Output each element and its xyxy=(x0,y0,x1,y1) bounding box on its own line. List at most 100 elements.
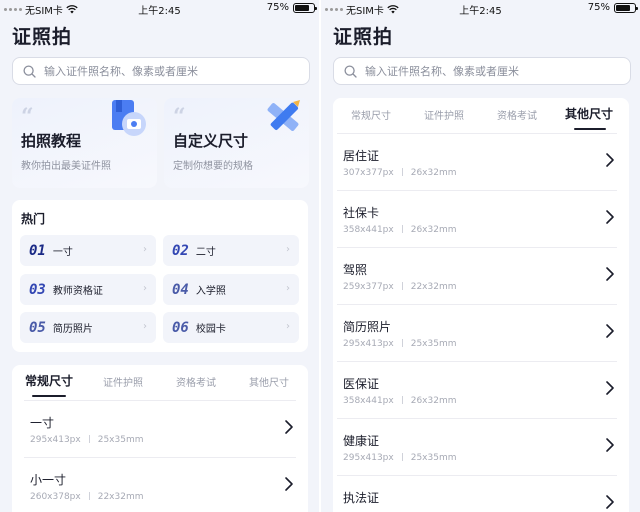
size-pixels: 295x413px xyxy=(30,435,81,445)
size-name: 简历照片 xyxy=(343,320,392,334)
chevron-right-icon xyxy=(606,267,614,281)
tab-active-indicator xyxy=(574,128,606,130)
size-name: 一寸 xyxy=(30,416,55,430)
tab-regular-size[interactable]: 常规尺寸 xyxy=(351,107,391,122)
hot-item-label: 教师资格证 xyxy=(52,286,103,297)
feature-card-tutorial[interactable]: “ 拍照教程 教你拍出最美证件照 xyxy=(12,98,157,188)
hot-item-number: 04 xyxy=(172,281,189,298)
list-item[interactable]: 社保卡 358x441px 26x32mm xyxy=(337,190,617,247)
hot-item[interactable]: 05 简历照片 › xyxy=(20,312,156,343)
list-item[interactable]: 一寸 295x413px 25x35mm xyxy=(24,400,296,457)
list-item[interactable]: 医保证 358x441px 26x32mm xyxy=(337,361,617,418)
battery-icon xyxy=(293,2,317,13)
size-millimeters: 25x35mm xyxy=(410,453,457,463)
battery-percent: 75% xyxy=(266,2,289,13)
chevron-right-icon: › xyxy=(143,244,147,255)
size-name: 社保卡 xyxy=(343,206,380,220)
hot-item[interactable]: 03 教师资格证 › xyxy=(20,274,156,305)
hot-item-number: 03 xyxy=(29,281,46,298)
list-item[interactable]: 驾照 259x377px 22x32mm xyxy=(337,247,617,304)
book-camera-icon xyxy=(112,100,146,136)
feature-title: 自定义尺寸 xyxy=(173,132,249,150)
chevron-right-icon: › xyxy=(286,244,290,255)
size-dimensions: 260x378px 22x32mm xyxy=(30,492,144,502)
size-pixels: 295x413px xyxy=(343,339,394,349)
tab-id-passport[interactable]: 证件护照 xyxy=(103,374,143,389)
search-placeholder: 输入证件照名称、像素或者厘米 xyxy=(44,65,198,78)
chevron-right-icon xyxy=(606,153,614,167)
size-pixels: 358x441px xyxy=(343,396,394,406)
size-millimeters: 26x32mm xyxy=(410,168,457,178)
hot-item-number: 06 xyxy=(172,319,189,336)
size-millimeters: 22x32mm xyxy=(410,282,457,292)
size-dimensions: 307x377px 26x32mm xyxy=(343,168,457,178)
search-input[interactable]: 输入证件照名称、像素或者厘米 xyxy=(333,57,631,85)
list-item[interactable]: 居住证 307x377px 26x32mm xyxy=(337,133,617,190)
battery-percent: 75% xyxy=(587,2,610,13)
list-item[interactable]: 简历照片 295x413px 25x35mm xyxy=(337,304,617,361)
tab-active-indicator xyxy=(32,395,66,397)
search-icon xyxy=(23,64,36,78)
feature-title: 拍照教程 xyxy=(21,132,82,150)
feature-card-custom-size[interactable]: “ 自定义尺寸 定制你想要的规格 xyxy=(164,98,309,188)
chevron-right-icon xyxy=(606,381,614,395)
chevron-right-icon: › xyxy=(143,283,147,294)
status-bar: 无SIM卡 上午2:45 75% xyxy=(0,0,319,17)
feature-subtitle: 教你拍出最美证件照 xyxy=(21,161,111,172)
tab-regular-size[interactable]: 常规尺寸 xyxy=(25,372,73,389)
size-list-card: 常规尺寸 证件护照 资格考试 其他尺寸 一寸 295x413px 25x35mm … xyxy=(12,365,308,512)
chevron-right-icon xyxy=(606,495,614,509)
chevron-right-icon xyxy=(606,210,614,224)
tab-exam[interactable]: 资格考试 xyxy=(176,374,216,389)
hot-section: 热门 01 一寸 › 02 二寸 › 03 教师资格证 › 04 入学照 › 0… xyxy=(12,200,308,352)
list-item[interactable]: 执法证 xyxy=(337,475,617,512)
ruler-pencil-icon xyxy=(267,100,300,131)
size-pixels: 259x377px xyxy=(343,282,394,292)
hot-item[interactable]: 01 一寸 › xyxy=(20,235,156,266)
size-list-card: 常规尺寸 证件护照 资格考试 其他尺寸 居住证 307x377px 26x32mm… xyxy=(333,98,629,512)
size-name: 健康证 xyxy=(343,434,380,448)
search-input[interactable]: 输入证件照名称、像素或者厘米 xyxy=(12,57,310,85)
search-icon xyxy=(344,64,357,78)
list-item[interactable]: 健康证 295x413px 25x35mm xyxy=(337,418,617,475)
app-title: 证照拍 xyxy=(12,26,73,48)
hot-item[interactable]: 02 二寸 › xyxy=(163,235,299,266)
battery-icon xyxy=(614,2,638,13)
list-item[interactable]: 小一寸 260x378px 22x32mm xyxy=(24,457,296,512)
size-dimensions: 259x377px 22x32mm xyxy=(343,282,457,292)
hot-item-number: 05 xyxy=(29,319,46,336)
size-pixels: 307x377px xyxy=(343,168,394,178)
size-millimeters: 22x32mm xyxy=(97,492,144,502)
size-millimeters: 25x35mm xyxy=(410,339,457,349)
tab-id-passport[interactable]: 证件护照 xyxy=(424,107,464,122)
hot-item[interactable]: 04 入学照 › xyxy=(163,274,299,305)
hot-item-label: 简历照片 xyxy=(52,324,93,335)
size-millimeters: 26x32mm xyxy=(410,225,457,235)
size-pixels: 260x378px xyxy=(30,492,81,502)
tab-exam[interactable]: 资格考试 xyxy=(497,107,537,122)
size-pixels: 295x413px xyxy=(343,453,394,463)
size-pixels: 358x441px xyxy=(343,225,394,235)
size-name: 小一寸 xyxy=(30,473,67,487)
tab-other-size[interactable]: 其他尺寸 xyxy=(249,374,289,389)
hot-item-number: 02 xyxy=(172,242,189,259)
size-name: 执法证 xyxy=(343,491,380,505)
chevron-right-icon: › xyxy=(143,321,147,332)
size-name: 驾照 xyxy=(343,263,368,277)
hot-item[interactable]: 06 校园卡 › xyxy=(163,312,299,343)
size-dimensions: 358x441px 26x32mm xyxy=(343,396,457,406)
size-millimeters: 25x35mm xyxy=(97,435,144,445)
chevron-right-icon xyxy=(285,420,293,434)
hot-item-label: 入学照 xyxy=(195,286,226,297)
chevron-right-icon: › xyxy=(286,283,290,294)
quote-icon: “ xyxy=(21,104,34,130)
chevron-right-icon xyxy=(606,324,614,338)
size-name: 医保证 xyxy=(343,377,380,391)
size-dimensions: 358x441px 26x32mm xyxy=(343,225,457,235)
app-title: 证照拍 xyxy=(333,26,394,48)
search-placeholder: 输入证件照名称、像素或者厘米 xyxy=(365,65,519,78)
size-dimensions: 295x413px 25x35mm xyxy=(343,339,457,349)
size-name: 居住证 xyxy=(343,149,380,163)
tab-other-size[interactable]: 其他尺寸 xyxy=(565,105,613,122)
hot-title: 热门 xyxy=(21,212,46,226)
